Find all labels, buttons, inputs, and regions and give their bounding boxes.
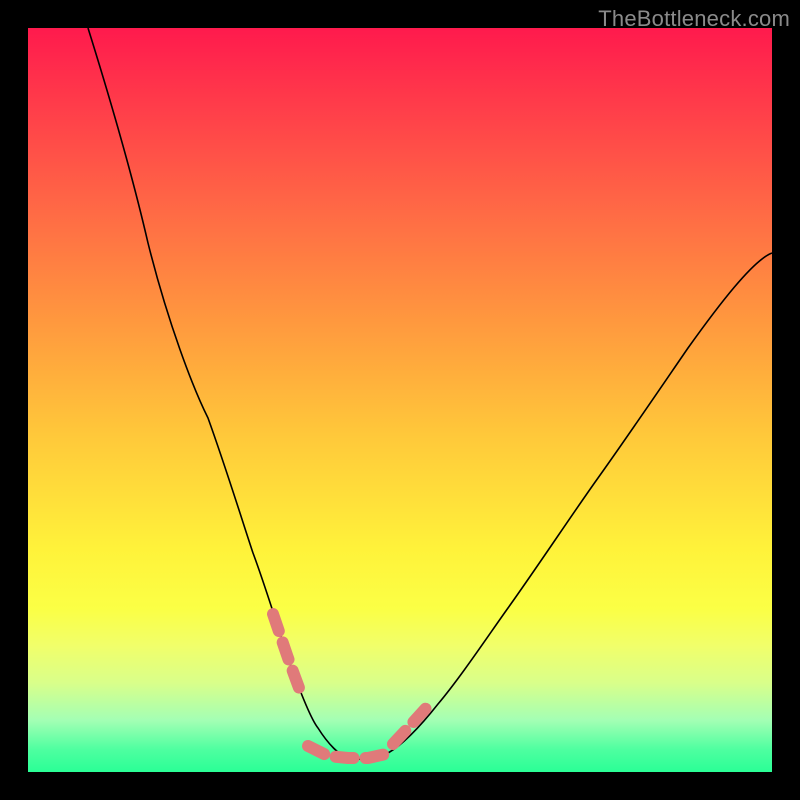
chart-frame [28, 28, 772, 772]
highlight-left [273, 614, 302, 696]
highlight-base [308, 746, 386, 758]
watermark-label: TheBottleneck.com [598, 6, 790, 32]
highlight-right [393, 706, 428, 744]
chart-svg [28, 28, 772, 772]
bottleneck-curve [88, 28, 772, 759]
